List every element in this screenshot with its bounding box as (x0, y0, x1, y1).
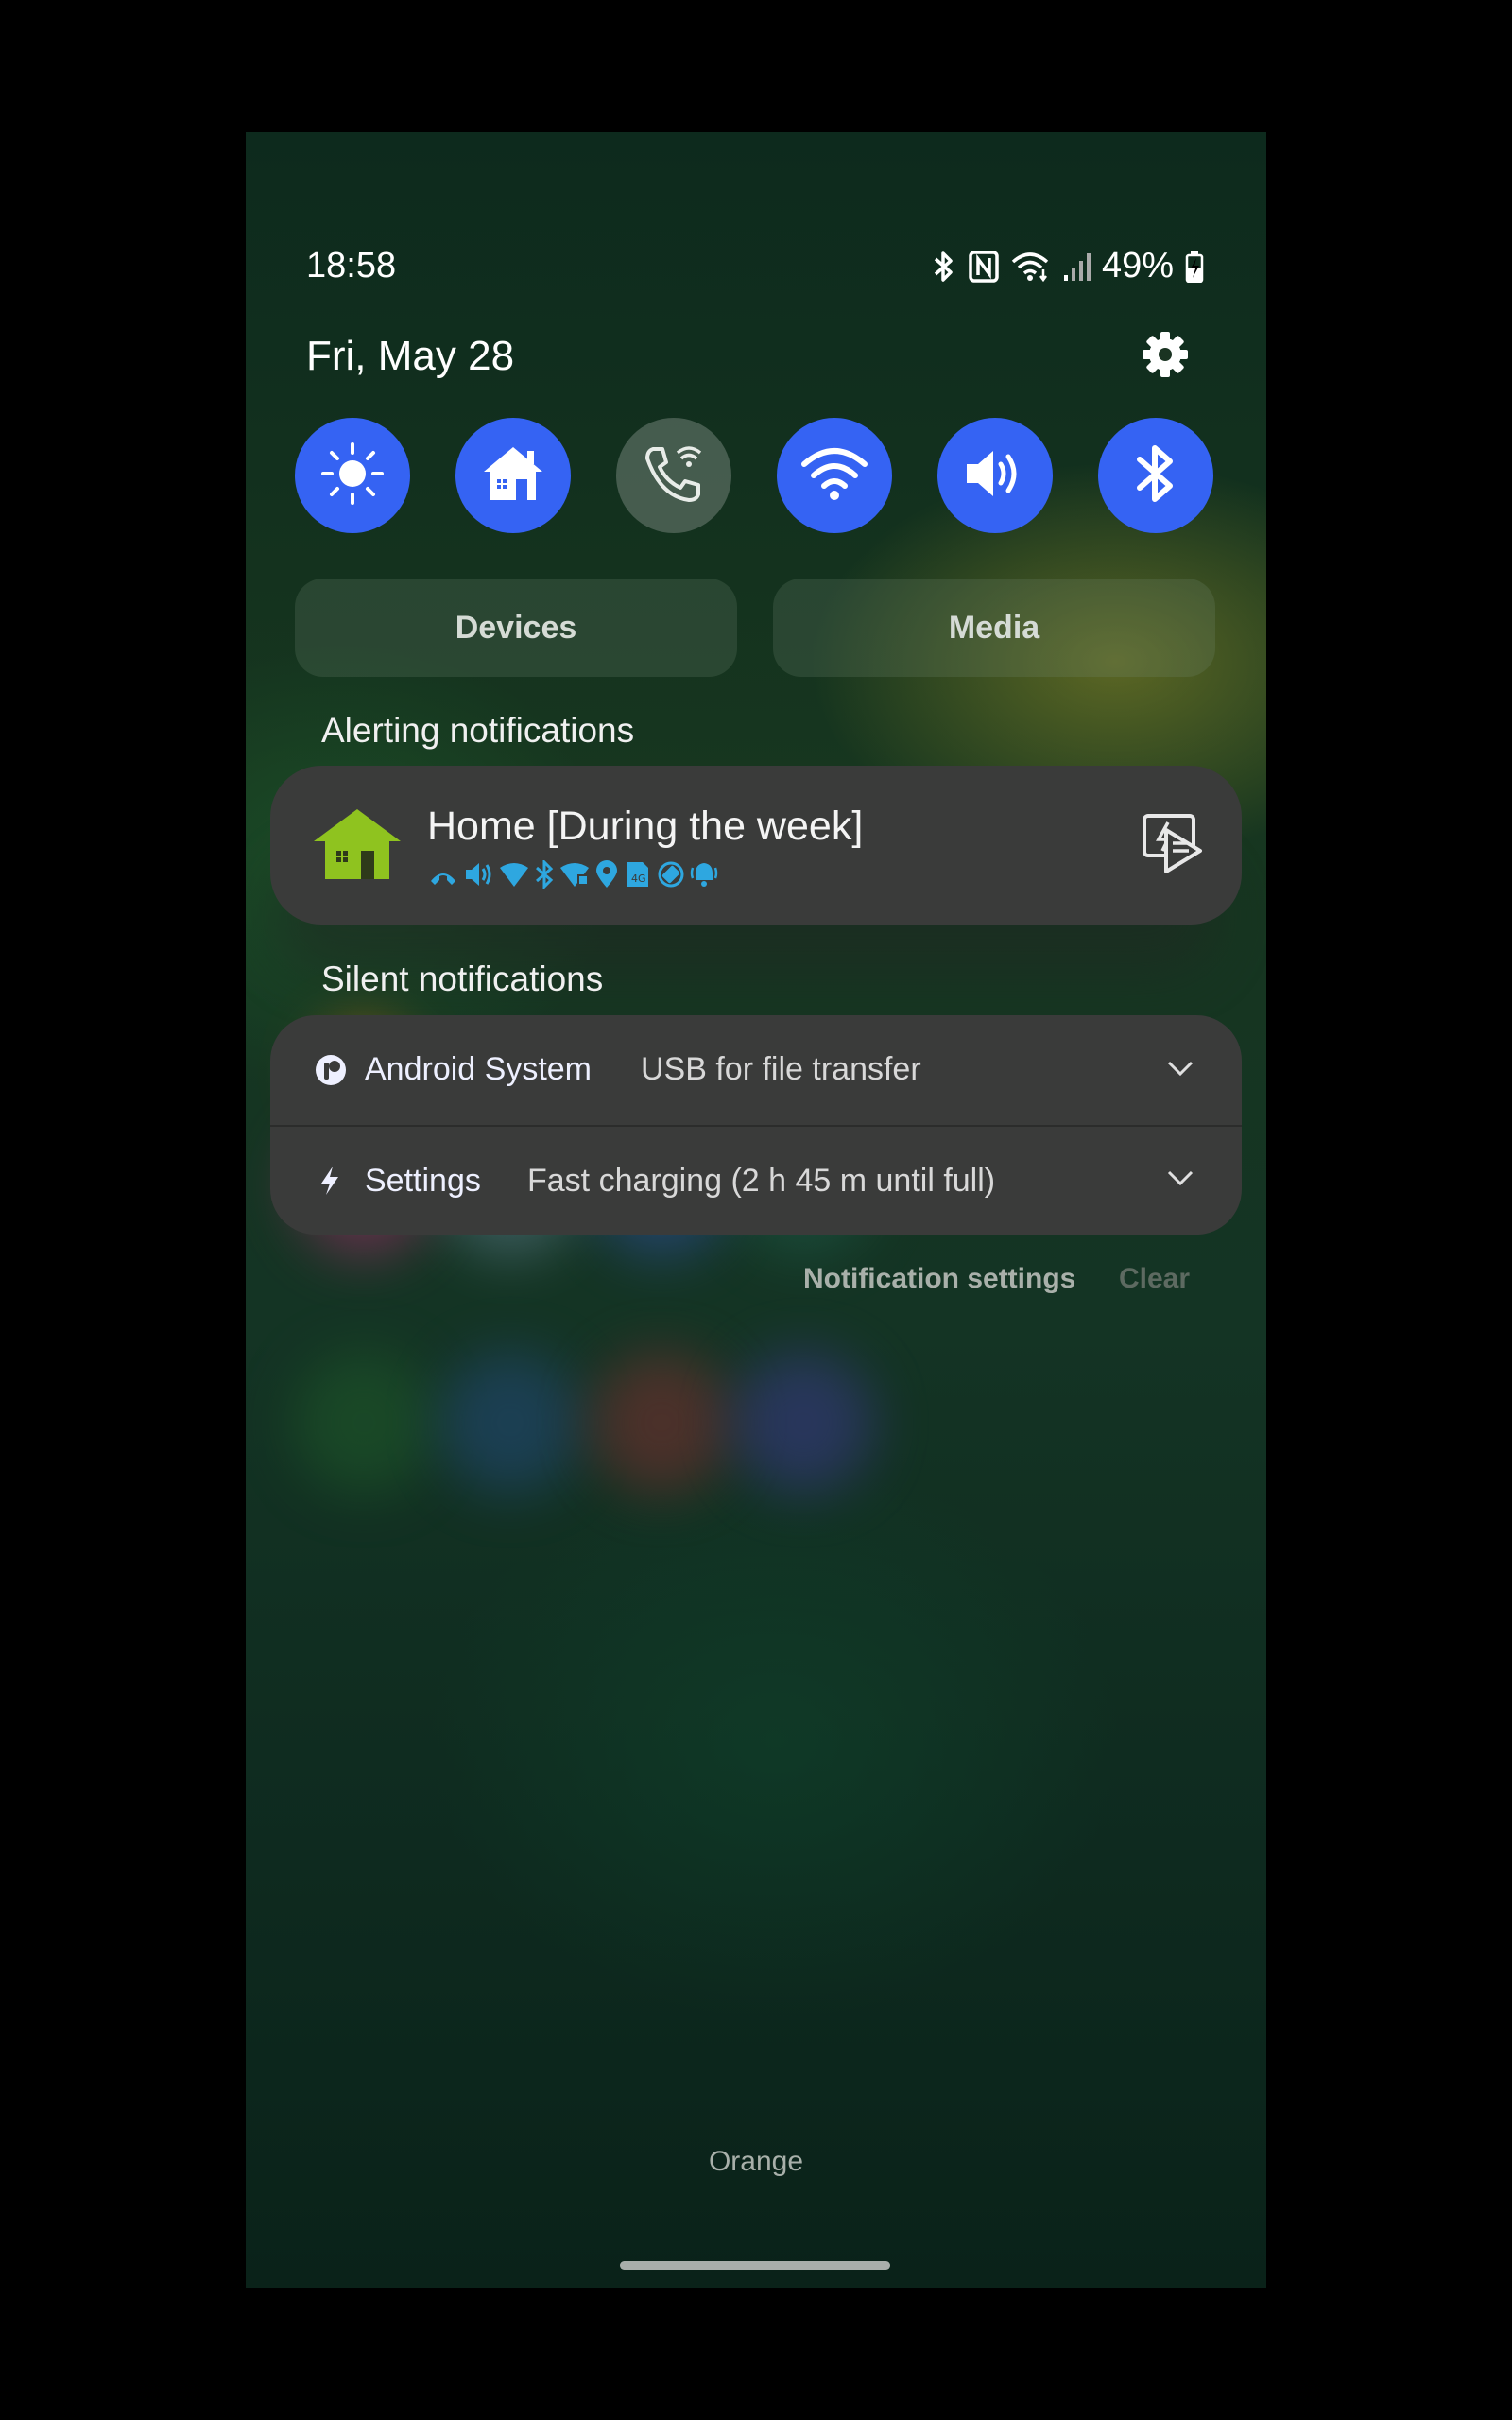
sound-tile[interactable] (937, 418, 1053, 533)
carrier-label: Orange (708, 2146, 804, 2177)
location-icon (596, 860, 617, 888)
speaker-icon (466, 863, 491, 886)
wifi-icon (500, 863, 528, 887)
notification-settings-button[interactable]: Notification settings (803, 1263, 1075, 1295)
notification-text: Fast charging (2 h 45 m until full) (527, 1163, 996, 1199)
svg-text:4G: 4G (631, 873, 646, 885)
speaker-icon (961, 443, 1029, 509)
auto-rotate-icon (658, 861, 684, 888)
quick-settings-tiles (295, 418, 1213, 533)
home-indicator[interactable] (620, 2261, 890, 2270)
house-icon (312, 807, 403, 886)
bell-icon (690, 863, 718, 887)
alerting-notifications-header: Alerting notifications (321, 711, 635, 750)
lightning-icon (318, 1165, 342, 1201)
blurred-app-icon (439, 1352, 581, 1494)
notification-android-system[interactable]: Android System USB for file transfer (270, 1015, 1242, 1125)
chevron-down-icon[interactable] (1166, 1168, 1194, 1192)
clear-button[interactable]: Clear (1119, 1263, 1190, 1295)
phone-screen: 18:58 49% Fri, May 28 Devices Media Aler… (246, 132, 1266, 2288)
bluetooth-icon (536, 860, 554, 889)
wifi-icon (1011, 251, 1051, 283)
bluetooth-icon (932, 250, 956, 284)
media-button[interactable]: Media (773, 579, 1215, 677)
home-tile[interactable] (455, 418, 571, 533)
wifi-hotspot-icon (560, 863, 589, 887)
wifi-icon (800, 445, 868, 507)
quick-settings-icon[interactable] (1142, 813, 1204, 878)
blurred-app-icon (732, 1352, 874, 1494)
blurred-app-icon (293, 1352, 435, 1494)
mode-icons: 4G (427, 860, 718, 889)
status-time: 18:58 (306, 246, 397, 285)
brightness-tile[interactable] (295, 418, 410, 533)
wifi-calling-tile[interactable] (616, 418, 731, 533)
blurred-app-icon (591, 1352, 732, 1494)
gear-icon[interactable] (1142, 331, 1189, 378)
notification-app-name: Android System (365, 1051, 592, 1087)
wifi-calling-icon (640, 440, 708, 512)
status-battery-percent: 49% (1101, 246, 1174, 285)
mobile-data-icon: 4G (627, 862, 648, 887)
notification-text: USB for file transfer (641, 1051, 921, 1087)
signal-icon (1062, 251, 1091, 283)
home-icon (480, 443, 546, 509)
status-bar: 18:58 49% (306, 246, 1204, 289)
wifi-tile[interactable] (777, 418, 892, 533)
notification-title: Home [During the week] (427, 804, 864, 849)
android-system-icon (314, 1053, 348, 1092)
bluetooth-icon (1132, 441, 1179, 511)
sun-icon (319, 441, 386, 511)
notification-app-name: Settings (365, 1163, 481, 1199)
devices-button[interactable]: Devices (295, 579, 737, 677)
chevron-down-icon[interactable] (1166, 1059, 1194, 1082)
bluetooth-tile[interactable] (1098, 418, 1213, 533)
date-label: Fri, May 28 (306, 333, 515, 379)
phone-icon (431, 873, 455, 885)
battery-charging-icon (1185, 251, 1204, 283)
notification-home-mode[interactable]: Home [During the week] 4G (270, 766, 1242, 925)
nfc-icon (968, 250, 1000, 284)
notification-fast-charging[interactable]: Settings Fast charging (2 h 45 m until f… (270, 1127, 1242, 1235)
silent-notifications-header: Silent notifications (321, 959, 604, 998)
